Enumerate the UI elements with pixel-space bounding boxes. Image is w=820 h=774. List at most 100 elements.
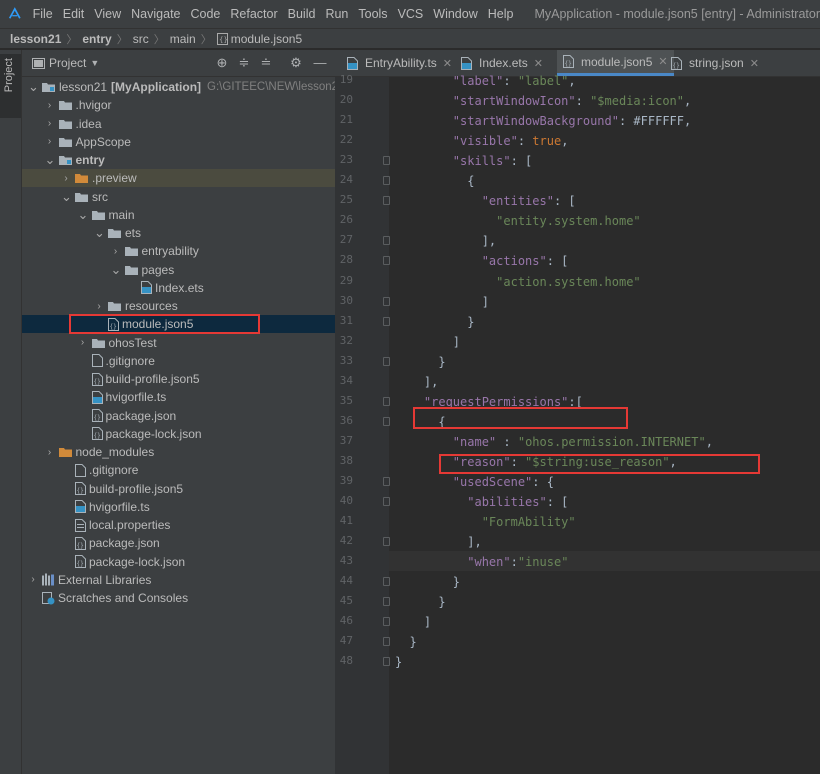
fold-marker-icon[interactable] bbox=[383, 356, 390, 366]
chevron-right-icon[interactable]: › bbox=[45, 136, 55, 147]
menu-code[interactable]: Code bbox=[186, 7, 226, 21]
tree-item[interactable]: › .preview bbox=[22, 169, 335, 188]
breadcrumb-item[interactable]: lesson21 bbox=[10, 32, 61, 46]
fold-marker-icon[interactable] bbox=[383, 156, 390, 166]
chevron-down-icon[interactable]: ⌄ bbox=[111, 263, 122, 276]
chevron-right-icon[interactable]: › bbox=[61, 173, 71, 184]
code-line[interactable]: ], bbox=[395, 372, 438, 392]
project-panel-title[interactable]: Project bbox=[49, 56, 86, 70]
menu-window[interactable]: Window bbox=[428, 7, 482, 21]
code-line[interactable]: "abilities": [ bbox=[395, 492, 568, 512]
fold-marker-icon[interactable] bbox=[383, 657, 390, 667]
tree-item[interactable]: › ohosTest bbox=[22, 334, 335, 352]
close-icon[interactable]: ✕ bbox=[750, 57, 759, 70]
tree-item[interactable]: ⌄ pages bbox=[22, 261, 335, 279]
code-line[interactable]: ], bbox=[395, 231, 496, 251]
collapse-all-icon[interactable]: ≐ bbox=[258, 55, 274, 71]
chevron-down-icon[interactable]: ⌄ bbox=[45, 153, 56, 166]
code-line[interactable]: "name" : "ohos.permission.INTERNET", bbox=[395, 432, 713, 452]
tree-item[interactable]: › entryability bbox=[22, 242, 335, 260]
code-line[interactable]: } bbox=[395, 572, 460, 592]
menu-refactor[interactable]: Refactor bbox=[225, 7, 282, 21]
code-line[interactable]: ] bbox=[395, 292, 489, 312]
code-line[interactable]: "startWindowIcon": "$media:icon", bbox=[395, 91, 691, 111]
fold-marker-icon[interactable] bbox=[383, 416, 390, 426]
close-icon[interactable]: ✕ bbox=[534, 57, 543, 70]
tree-item[interactable]: › AppScope bbox=[22, 133, 335, 151]
code-line[interactable]: } bbox=[395, 592, 445, 612]
code-line[interactable]: "entities": [ bbox=[395, 191, 576, 211]
chevron-down-icon[interactable]: ⌄ bbox=[28, 80, 39, 93]
close-icon[interactable]: ✕ bbox=[443, 57, 452, 70]
tree-item[interactable]: ⌄ ets bbox=[22, 224, 335, 242]
tree-item[interactable]: Index.ets bbox=[22, 279, 335, 297]
menu-file[interactable]: File bbox=[28, 7, 58, 21]
code-line[interactable]: ] bbox=[395, 332, 460, 352]
fold-marker-icon[interactable] bbox=[383, 196, 390, 206]
tree-item[interactable]: .gitignore bbox=[22, 461, 335, 479]
fold-marker-icon[interactable] bbox=[383, 537, 390, 547]
chevron-down-icon[interactable]: ⌄ bbox=[78, 208, 89, 221]
chevron-right-icon[interactable]: › bbox=[28, 574, 38, 585]
breadcrumb-item[interactable]: src bbox=[133, 32, 149, 46]
fold-marker-icon[interactable] bbox=[383, 577, 390, 587]
tree-item[interactable]: {} build-profile.json5 bbox=[22, 480, 335, 498]
fold-marker-icon[interactable] bbox=[383, 597, 390, 607]
tree-item[interactable]: {} package.json bbox=[22, 407, 335, 425]
tree-item[interactable]: {} package-lock.json bbox=[22, 553, 335, 571]
tree-item[interactable]: › .hvigor bbox=[22, 96, 335, 114]
code-line[interactable]: "startWindowBackground": #FFFFFF, bbox=[395, 111, 691, 131]
tree-item[interactable]: ⌄ src bbox=[22, 188, 335, 206]
code-line[interactable]: "skills": [ bbox=[395, 151, 532, 171]
tree-item[interactable]: Scratches and Consoles bbox=[22, 589, 335, 607]
tree-item[interactable]: › .idea bbox=[22, 115, 335, 133]
menu-help[interactable]: Help bbox=[483, 7, 519, 21]
fold-marker-icon[interactable] bbox=[383, 637, 390, 647]
chevron-right-icon[interactable]: › bbox=[45, 100, 55, 111]
code-line[interactable]: } bbox=[395, 652, 402, 672]
code-line[interactable]: "when":"inuse" bbox=[395, 552, 568, 572]
menu-vcs[interactable]: VCS bbox=[393, 7, 429, 21]
fold-marker-icon[interactable] bbox=[383, 236, 390, 246]
menu-navigate[interactable]: Navigate bbox=[126, 7, 185, 21]
fold-marker-icon[interactable] bbox=[383, 176, 390, 186]
tree-item[interactable]: › External Libraries bbox=[22, 571, 335, 589]
menu-view[interactable]: View bbox=[89, 7, 126, 21]
chevron-right-icon[interactable]: › bbox=[45, 118, 55, 129]
code-line[interactable]: "action.system.home" bbox=[395, 272, 641, 292]
code-line[interactable]: } bbox=[395, 312, 474, 332]
minimize-icon[interactable]: — bbox=[312, 55, 328, 71]
chevron-right-icon[interactable]: › bbox=[94, 301, 104, 312]
tree-item[interactable]: › node_modules bbox=[22, 443, 335, 461]
code-line[interactable]: } bbox=[395, 352, 445, 372]
breadcrumb-item[interactable]: module.json5 bbox=[231, 32, 302, 46]
tree-item[interactable]: {} build-profile.json5 bbox=[22, 370, 335, 388]
code-line[interactable]: "actions": [ bbox=[395, 251, 569, 271]
tree-item[interactable]: hvigorfile.ts bbox=[22, 388, 335, 406]
fold-marker-icon[interactable] bbox=[383, 497, 390, 507]
crosshair-icon[interactable]: ⊕ bbox=[214, 55, 230, 71]
fold-marker-icon[interactable] bbox=[383, 316, 390, 326]
menu-build[interactable]: Build bbox=[283, 7, 321, 21]
menu-edit[interactable]: Edit bbox=[58, 7, 90, 21]
gear-icon[interactable]: ⚙ bbox=[288, 55, 304, 71]
tree-item[interactable]: {} package-lock.json bbox=[22, 425, 335, 443]
tree-item[interactable]: ⌄ entry bbox=[22, 151, 335, 169]
fold-marker-icon[interactable] bbox=[383, 617, 390, 627]
tree-item[interactable]: ⌄ lesson21 [MyApplication] G:\GITEEC\NEW\le… bbox=[22, 78, 335, 96]
code-line[interactable]: "usedScene": { bbox=[395, 472, 554, 492]
menu-tools[interactable]: Tools bbox=[353, 7, 392, 21]
chevron-down-icon[interactable]: ⌄ bbox=[94, 226, 105, 239]
fold-marker-icon[interactable] bbox=[383, 296, 390, 306]
chevron-right-icon[interactable]: › bbox=[111, 246, 121, 257]
code-line[interactable]: "label": "label", bbox=[395, 71, 576, 91]
code-line[interactable]: "visible": true, bbox=[395, 131, 569, 151]
expand-all-icon[interactable]: ≑ bbox=[236, 55, 252, 71]
tree-item[interactable]: local.properties bbox=[22, 516, 335, 534]
chevron-down-icon[interactable]: ▼ bbox=[90, 58, 99, 68]
menu-run[interactable]: Run bbox=[320, 7, 353, 21]
fold-marker-icon[interactable] bbox=[383, 477, 390, 486]
breadcrumb-item[interactable]: entry bbox=[82, 32, 111, 46]
code-line[interactable]: ], bbox=[395, 532, 481, 552]
chevron-right-icon[interactable]: › bbox=[45, 447, 55, 458]
